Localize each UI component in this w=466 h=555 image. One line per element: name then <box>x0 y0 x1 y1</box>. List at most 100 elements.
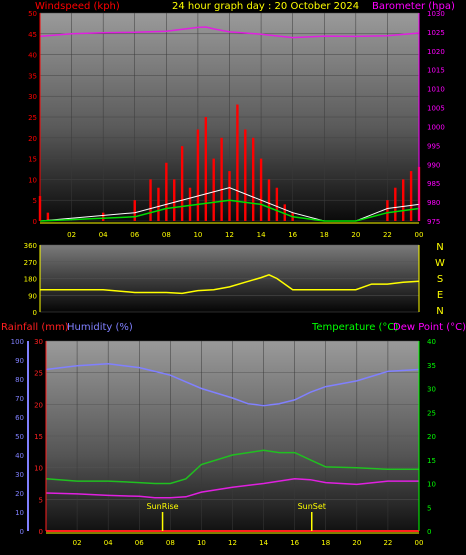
baro-tick-label: 1005 <box>427 105 445 113</box>
wind-bar <box>165 162 168 221</box>
weather-graph: 0510152025303540455097598098599099510001… <box>1 1 466 547</box>
rain-tick-label: 30 <box>34 338 43 346</box>
hour-tick-label: 06 <box>135 539 144 547</box>
wind-tick-label: 15 <box>28 156 37 164</box>
compass-label: E <box>437 290 443 301</box>
hour-tick-label: 20 <box>352 539 361 547</box>
baro-tick-label: 1010 <box>427 86 445 94</box>
hour-tick-label: 22 <box>383 539 392 547</box>
temp-tick-label: 0 <box>427 528 431 536</box>
hour-tick-label: 04 <box>104 539 113 547</box>
temp-tick-label: 10 <box>427 481 436 489</box>
humidity-tick-label: 60 <box>15 414 24 422</box>
hour-tick-label: 02 <box>73 539 82 547</box>
hour-tick-label: 12 <box>225 231 234 239</box>
hour-tick-label: 08 <box>162 231 171 239</box>
rain-tick-label: 20 <box>34 401 43 409</box>
wind-bar <box>259 158 263 221</box>
wind-tick-label: 25 <box>28 114 37 122</box>
hour-tick-label: 10 <box>193 231 202 239</box>
chart-title: 24 hour graph day : 20 October 2024 <box>172 1 359 12</box>
temp-tick-label: 30 <box>427 386 436 394</box>
baro-tick-label: 975 <box>427 218 440 226</box>
wind-bar <box>101 212 105 221</box>
hour-tick-label: 00 <box>415 539 424 547</box>
humidity-tick-label: 50 <box>15 433 24 441</box>
wind-tick-label: 0 <box>33 218 37 226</box>
temp-tick-label: 15 <box>427 457 436 465</box>
wind-bar <box>236 104 239 221</box>
hour-tick-label: 06 <box>130 231 139 239</box>
hour-tick-label: 16 <box>288 231 297 239</box>
temperature-axis-label: Temperature (°C) <box>311 322 398 333</box>
wind-bar <box>409 171 413 221</box>
baro-tick-label: 1025 <box>427 29 445 37</box>
wind-bar <box>133 200 136 221</box>
temp-tick-label: 35 <box>427 362 436 370</box>
wind-tick-label: 20 <box>28 135 37 143</box>
wind-bar <box>251 137 255 221</box>
direction-tick-label: 0 <box>33 309 37 317</box>
wind-bar <box>244 129 247 221</box>
hour-tick-label: 14 <box>259 539 268 547</box>
baro-tick-label: 990 <box>427 161 440 169</box>
hour-tick-label: 02 <box>67 231 76 239</box>
direction-tick-label: 270 <box>24 259 37 267</box>
humidity-tick-label: 30 <box>15 471 24 479</box>
hour-tick-label: 10 <box>197 539 206 547</box>
humidity-tick-label: 40 <box>15 452 24 460</box>
hour-tick-label: 18 <box>321 539 330 547</box>
hour-tick-label: 08 <box>166 539 175 547</box>
wind-bar <box>386 200 389 221</box>
humidity-tick-label: 100 <box>11 338 24 346</box>
wind-bar <box>204 117 208 221</box>
wind-tick-label: 35 <box>28 72 37 80</box>
rain-tick-label: 10 <box>34 465 43 473</box>
wind-bar <box>267 179 271 221</box>
compass-label: N <box>436 242 443 253</box>
direction-tick-label: 90 <box>28 292 37 300</box>
hour-tick-label: 14 <box>257 231 266 239</box>
wind-bar <box>228 171 231 221</box>
sunset-label: SunSet <box>298 502 326 511</box>
humidity-axis-label: Humidity (%) <box>67 322 133 333</box>
humidity-tick-label: 80 <box>15 376 24 384</box>
windspeed-axis-label: Windspeed (kph) <box>35 1 120 12</box>
compass-label: N <box>436 306 443 317</box>
barometer-axis-label: Barometer (hpa) <box>372 1 455 12</box>
baro-tick-label: 985 <box>427 180 440 188</box>
humidity-tick-label: 20 <box>15 490 24 498</box>
baro-tick-label: 1020 <box>427 48 445 56</box>
wind-bar <box>220 137 223 221</box>
temp-tick-label: 25 <box>427 409 436 417</box>
wind-bar <box>402 179 405 221</box>
baro-tick-label: 995 <box>427 142 440 150</box>
wind-bar <box>188 187 192 221</box>
hour-tick-label: 12 <box>228 539 237 547</box>
sunrise-label: SunRise <box>147 502 179 511</box>
humidity-tick-label: 70 <box>15 395 24 403</box>
rain-tick-label: 25 <box>34 370 43 378</box>
wind-bar <box>196 129 200 221</box>
direction-tick-label: 360 <box>24 242 37 250</box>
rain-tick-label: 15 <box>34 433 43 441</box>
baro-tick-label: 1000 <box>427 123 445 131</box>
wind-tick-label: 30 <box>28 93 37 101</box>
rain-tick-label: 0 <box>39 528 43 536</box>
baro-tick-label: 980 <box>427 199 440 207</box>
wind-bar <box>173 179 176 221</box>
wind-tick-label: 5 <box>33 197 37 205</box>
hour-tick-label: 04 <box>99 231 108 239</box>
hour-tick-label: 20 <box>351 231 360 239</box>
temp-tick-label: 40 <box>427 338 436 346</box>
rainfall-axis-label: Rainfall (mm) <box>1 322 69 333</box>
humidity-tick-label: 0 <box>20 528 24 536</box>
wind-tick-label: 10 <box>28 176 37 184</box>
wind-tick-label: 40 <box>28 52 37 60</box>
hour-tick-label: 16 <box>290 539 299 547</box>
temp-tick-label: 5 <box>427 504 431 512</box>
wind-bar <box>212 158 215 221</box>
wind-bar <box>157 187 160 221</box>
hour-tick-label: 00 <box>415 231 424 239</box>
hour-tick-label: 18 <box>320 231 329 239</box>
